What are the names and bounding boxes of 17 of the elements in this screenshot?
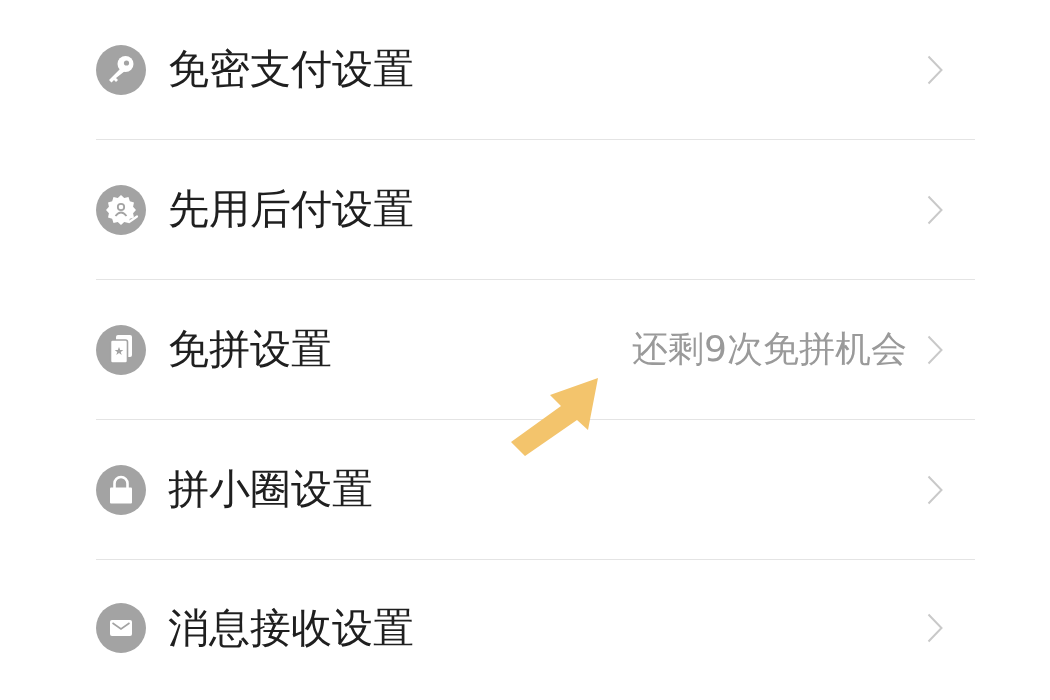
setting-label[interactable]: 免密支付设置 bbox=[168, 42, 414, 97]
cards-icon bbox=[96, 324, 146, 375]
chevron-right-icon[interactable] bbox=[927, 54, 943, 85]
setting-label[interactable]: 消息接收设置 bbox=[168, 600, 414, 656]
chevron-right-icon[interactable] bbox=[927, 613, 943, 643]
key-icon bbox=[96, 44, 146, 95]
arrow-icon bbox=[510, 376, 600, 458]
setting-label[interactable]: 拼小圈设置 bbox=[168, 462, 373, 517]
setting-label[interactable]: 免拼设置 bbox=[168, 322, 332, 377]
lock-icon bbox=[96, 464, 146, 515]
envelope-icon bbox=[96, 603, 146, 653]
chevron-right-icon[interactable] bbox=[927, 474, 943, 505]
hint-text: 还剩9次免拼机会 bbox=[632, 327, 907, 371]
chevron-right-icon[interactable] bbox=[927, 194, 943, 225]
setting-label[interactable]: 先用后付设置 bbox=[168, 182, 414, 237]
chevron-right-icon[interactable] bbox=[927, 334, 943, 365]
badge-icon bbox=[96, 184, 146, 235]
